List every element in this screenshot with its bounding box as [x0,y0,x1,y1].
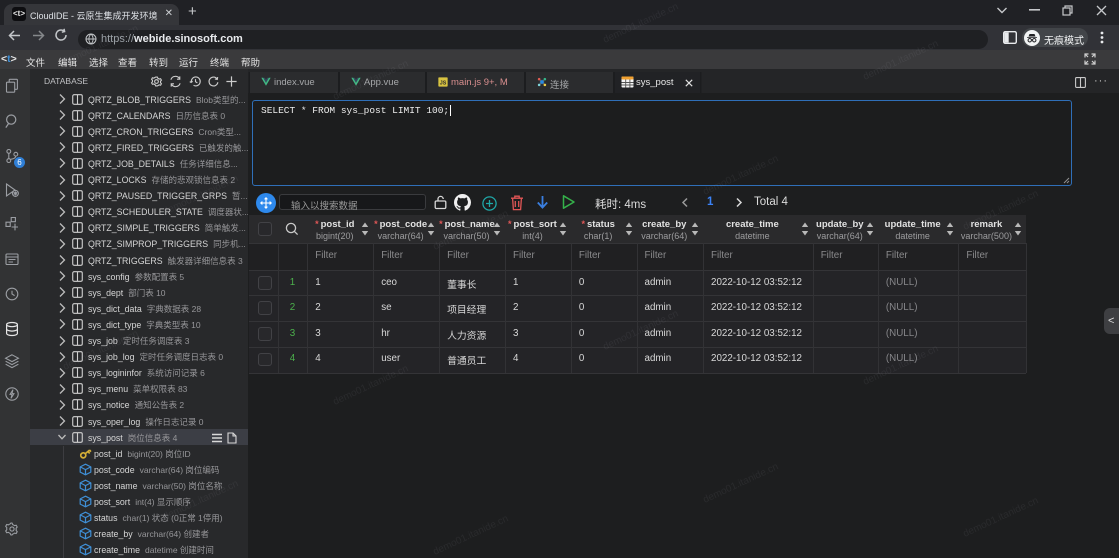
svg-text:JS: JS [440,80,447,86]
